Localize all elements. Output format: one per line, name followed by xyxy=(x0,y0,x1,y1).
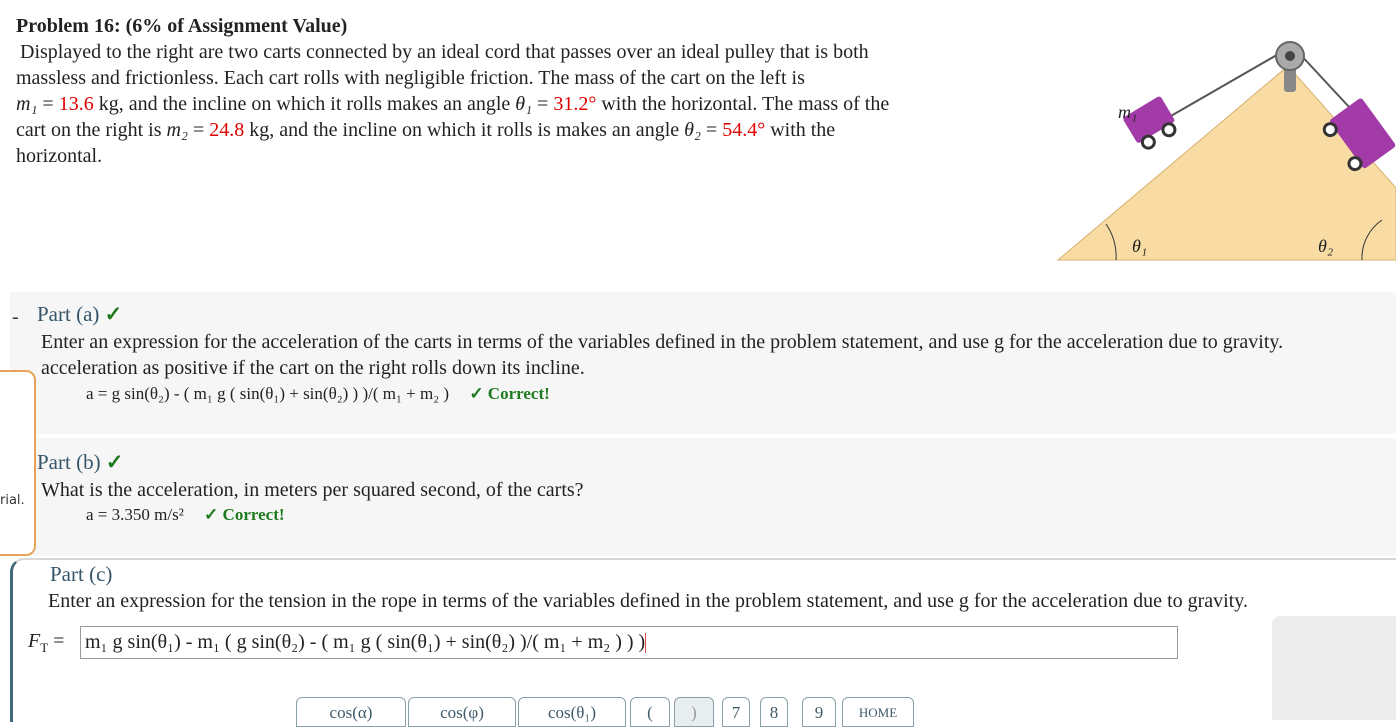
tension-subscript: T xyxy=(40,640,49,655)
part-a-question-line-2: acceleration as positive if the cart on … xyxy=(41,357,585,379)
m2-symbol: m₂ xyxy=(166,119,188,141)
line3-mid: , and the incline on which it rolls make… xyxy=(118,93,516,115)
theta2-value: 54.4° xyxy=(722,119,766,141)
correct-badge: ✓ Correct! xyxy=(204,505,285,524)
text-caret xyxy=(645,633,647,654)
line4-start: cart on the right is xyxy=(16,119,167,141)
collapse-toggle[interactable]: - xyxy=(12,306,19,329)
theta2-symbol: θ₂ xyxy=(684,119,701,141)
problem-line-4: cart on the right is m₂ = 24.8 kg, and t… xyxy=(16,117,1016,143)
theta1-figure-label: θ₁ xyxy=(1132,236,1147,256)
m1-figure-label: m₁ xyxy=(1118,102,1137,122)
tension-answer-value: m₁ g sin(θ₁) - m₁ ( g sin(θ₂) - ( m₁ g (… xyxy=(85,631,646,653)
key-cos-alpha[interactable]: cos(α) xyxy=(296,697,406,727)
part-a-question-line-1: Enter an expression for the acceleration… xyxy=(41,331,1284,353)
part-a-title-text: Part (a) xyxy=(37,302,100,326)
m2-unit: kg xyxy=(244,119,270,141)
theta2-figure-label: θ₂ xyxy=(1318,236,1333,256)
tension-symbol: F xyxy=(28,630,41,652)
correct-badge: ✓ Correct! xyxy=(469,384,550,403)
eq-sign: = xyxy=(532,93,554,115)
m1-unit: kg xyxy=(93,93,119,115)
line4-mid: , and the incline on which it rolls is m… xyxy=(269,119,685,141)
part-c-title[interactable]: Part (c) xyxy=(50,562,112,587)
obscured-panel xyxy=(1272,616,1396,720)
incline-triangle xyxy=(1056,65,1396,261)
problem-line-5: horizontal. xyxy=(16,145,103,167)
part-b-question: What is the acceleration, in meters per … xyxy=(41,479,584,501)
tension-label: FT = xyxy=(28,630,64,656)
part-b-answer: a = 3.350 m/s² ✓ Correct! xyxy=(86,505,285,525)
theta1-value: 31.2° xyxy=(553,93,597,115)
m1-value: 13.6 xyxy=(58,93,94,115)
problem-statement: Problem 16: (6% of Assignment Value) Dis… xyxy=(16,13,1016,169)
m2-value: 24.8 xyxy=(209,119,245,141)
eq-sign: = xyxy=(37,93,59,115)
key-close-paren[interactable]: ) xyxy=(674,697,714,727)
checkmark-icon: ✓ xyxy=(105,450,124,474)
problem-line-3: m₁ = 13.6 kg, and the incline on which i… xyxy=(16,91,1016,117)
tension-equals: = xyxy=(48,630,65,652)
part-b-title[interactable]: Part (b) ✓ xyxy=(37,450,123,475)
eq-sign: = xyxy=(187,119,210,141)
theta1-symbol: θ₁ xyxy=(515,93,533,115)
checkmark-icon: ✓ xyxy=(104,302,123,326)
problem-line-2: massless and frictionless. Each cart rol… xyxy=(16,67,805,89)
line3-end: with the horizontal. The mass of the xyxy=(596,93,890,115)
part-a-answer-text: a = g sin(θ₂) - ( m₁ g ( sin(θ₁) + sin(θ… xyxy=(86,384,450,403)
part-b-answer-text: a = 3.350 m/s² xyxy=(86,505,184,524)
part-c-question: Enter an expression for the tension in t… xyxy=(48,590,1248,612)
key-8[interactable]: 8 xyxy=(760,697,788,727)
key-open-paren[interactable]: ( xyxy=(630,697,670,727)
part-a-answer: a = g sin(θ₂) - ( m₁ g ( sin(θ₁) + sin(θ… xyxy=(86,384,550,404)
line4-end: with the xyxy=(765,119,836,141)
key-cos-phi[interactable]: cos(φ) xyxy=(408,697,516,727)
hint-tab-text: rial. xyxy=(0,493,25,508)
key-7[interactable]: 7 xyxy=(722,697,750,727)
eq-sign: = xyxy=(700,119,723,141)
tension-answer-input[interactable]: m₁ g sin(θ₁) - m₁ ( g sin(θ₂) - ( m₁ g (… xyxy=(80,626,1178,659)
m1-symbol: m₁ xyxy=(16,93,38,115)
part-b-title-text: Part (b) xyxy=(37,450,101,474)
key-cos-theta1[interactable]: cos(θ₁) xyxy=(518,697,626,727)
part-a-question: Enter an expression for the acceleration… xyxy=(41,329,1396,381)
problem-line-1: Displayed to the right are two carts con… xyxy=(20,41,869,63)
problem-title: Problem 16: (6% of Assignment Value) xyxy=(16,15,348,37)
key-home[interactable]: HOME xyxy=(842,697,914,727)
hint-side-tab[interactable] xyxy=(0,370,36,556)
part-a-title[interactable]: Part (a) ✓ xyxy=(37,302,122,327)
key-9[interactable]: 9 xyxy=(802,697,836,727)
incline-pulley-figure: m₁ θ₁ θ₂ xyxy=(1056,41,1396,261)
